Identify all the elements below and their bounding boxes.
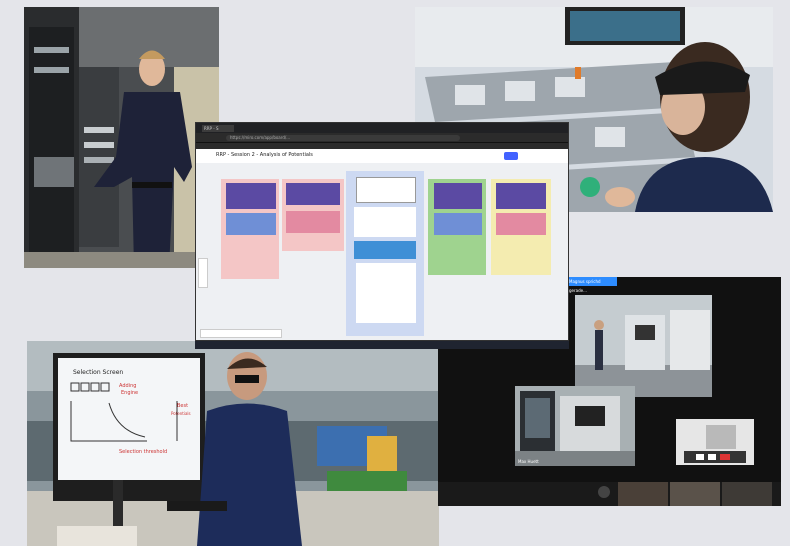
share-button[interactable] <box>504 152 518 160</box>
browser-window: RRP - S https://miro.com/app/board/... R… <box>195 122 569 341</box>
sticky-cluster[interactable] <box>434 213 482 235</box>
windows-taskbar <box>195 341 569 349</box>
miro-header: RRP - Session 2 - Analysis of Potentials <box>196 149 568 164</box>
card-list[interactable] <box>356 263 416 323</box>
board-title[interactable]: RRP - Session 2 - Analysis of Potentials <box>216 152 313 158</box>
miro-canvas[interactable] <box>196 163 568 340</box>
whiteboard-title: Selection Screen <box>73 369 123 376</box>
participant-thumb-1[interactable] <box>618 482 668 506</box>
zoom-control-button[interactable] <box>598 486 610 498</box>
browser-address-bar: https://miro.com/app/board/... <box>196 133 568 142</box>
chart-card[interactable] <box>354 241 416 259</box>
bottom-toolbar[interactable] <box>200 329 282 338</box>
video-tile-workshop[interactable] <box>575 295 712 397</box>
browser-tabbar: RRP - S <box>196 123 568 133</box>
sticky-cluster[interactable] <box>496 213 546 235</box>
sticky-cluster[interactable] <box>496 183 546 209</box>
whiteboard-note-engine: Engine <box>121 390 138 396</box>
sticky-cluster[interactable] <box>226 183 276 209</box>
zoom-title-chip: Magnus sprichd gerade... <box>566 277 617 293</box>
zoom-bottom-strip <box>438 482 781 506</box>
participant-thumb-2[interactable] <box>670 482 720 506</box>
zoom-controls[interactable] <box>198 258 208 288</box>
photo-man-smart-whiteboard: Selection Screen Adding Engine Best Pote… <box>27 341 439 546</box>
sticky-cluster[interactable] <box>286 183 340 205</box>
participant-thumb-3[interactable] <box>722 482 772 506</box>
browser-tab[interactable]: RRP - S <box>202 124 234 132</box>
card[interactable] <box>354 207 416 237</box>
sticky-cluster[interactable] <box>226 213 276 235</box>
whiteboard-note-best: Best <box>177 403 188 409</box>
sticky-cluster[interactable] <box>286 211 340 233</box>
video-tile-machine[interactable] <box>515 386 635 466</box>
whiteboard-note-potentials: Potentials <box>171 411 191 416</box>
participant-name-2: Max Huett <box>518 459 539 464</box>
url-field[interactable]: https://miro.com/app/board/... <box>226 134 460 141</box>
photo-engineer-control-cabinet <box>24 7 219 268</box>
sticky-cluster[interactable] <box>434 183 482 209</box>
whiteboard-note-threshold: Selection threshold <box>119 449 167 455</box>
whiteboard-note-adding: Adding <box>119 383 136 389</box>
bookmarks-bar <box>196 142 568 149</box>
video-tile-small[interactable] <box>676 419 754 465</box>
card[interactable] <box>356 177 416 203</box>
